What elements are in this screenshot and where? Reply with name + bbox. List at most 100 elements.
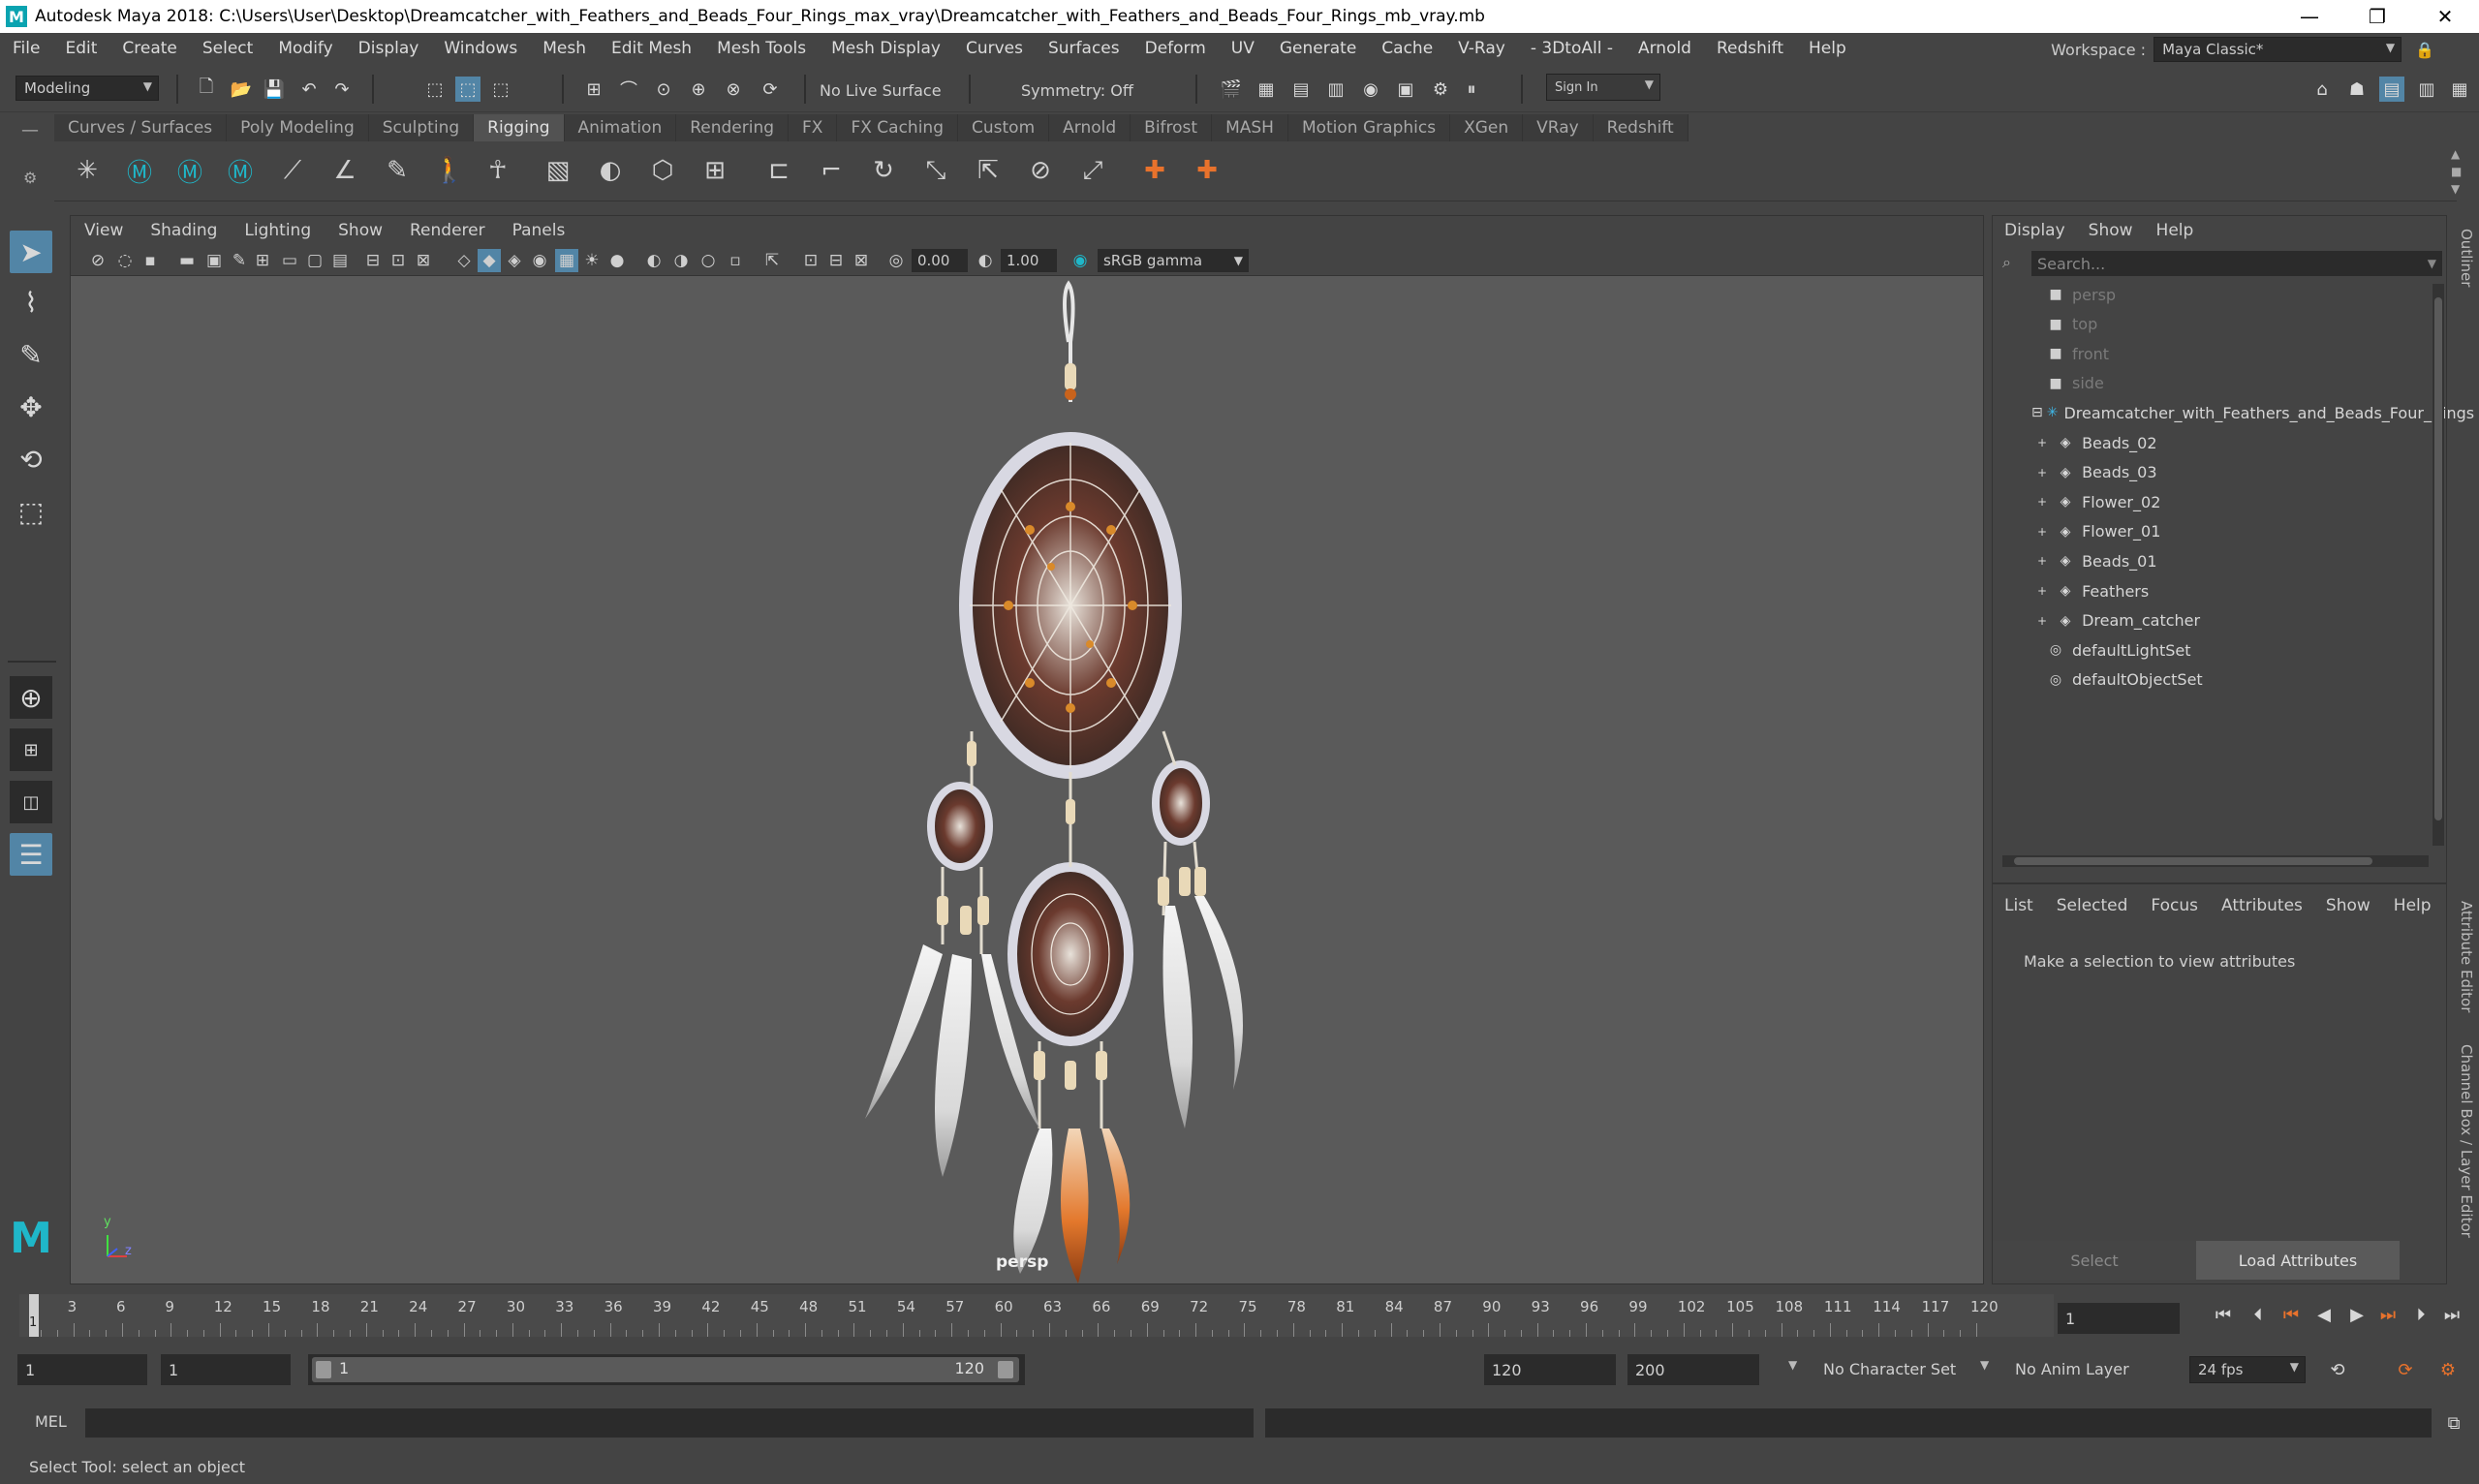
xray-joints-icon[interactable]: ◑ <box>669 249 693 272</box>
menu-mesh-display[interactable]: Mesh Display <box>819 39 953 58</box>
tool-settings-icon[interactable]: ▥ <box>2414 77 2439 102</box>
viewport-menu-show[interactable]: Show <box>325 221 396 240</box>
shelf-tab-mash[interactable]: MASH <box>1212 114 1288 141</box>
viewport-menu-view[interactable]: View <box>71 221 137 240</box>
move-tool-icon[interactable]: ✥ <box>10 386 52 428</box>
range-end-handle[interactable] <box>998 1361 1013 1378</box>
shelf-tab-redshift[interactable]: Redshift <box>1593 114 1689 141</box>
channel-box-side-tab[interactable]: Channel Box / Layer Editor <box>2458 1044 2475 1238</box>
scrollbar-thumb[interactable] <box>2014 857 2372 865</box>
gamma-field[interactable]: 1.00 <box>1001 249 1057 272</box>
ik-spline-icon[interactable]: ∠ <box>327 153 362 188</box>
image-plane-icon[interactable]: ▬ <box>175 249 199 272</box>
joint-tool-icon[interactable]: ✳ <box>70 153 105 188</box>
expand-icon[interactable]: + <box>2037 436 2047 449</box>
geometry-constraint-icon[interactable]: ⤢ <box>1075 153 1110 188</box>
menu-set-dropdown[interactable]: Modeling ▼ <box>15 76 159 101</box>
menu-generate[interactable]: Generate <box>1267 39 1369 58</box>
scale-tool-icon[interactable]: ⬚ <box>10 490 52 533</box>
redo-icon[interactable]: ↷ <box>329 77 355 102</box>
ambient-occlusion-icon[interactable]: ● <box>605 249 629 272</box>
shelf-tab-rendering[interactable]: Rendering <box>676 114 790 141</box>
shelf-settings-icon[interactable]: ⚙ <box>23 169 37 187</box>
orient-constraint-icon[interactable]: ↻ <box>866 153 901 188</box>
snap-together-icon[interactable]: ⟳ <box>758 77 783 102</box>
auto-key-icon[interactable]: ⟳ <box>2393 1357 2418 1382</box>
menu-cache[interactable]: Cache <box>1369 39 1445 58</box>
viewport-menu-lighting[interactable]: Lighting <box>231 221 325 240</box>
hide-locator-icon[interactable]: ✚ <box>1190 153 1224 188</box>
menu-v-ray[interactable]: V-Ray <box>1445 39 1518 58</box>
exposure-field[interactable]: 0.00 <box>912 249 968 272</box>
select-camera-icon[interactable]: ⊘ <box>86 249 109 272</box>
select-by-hierarchy-icon[interactable]: ⬚ <box>422 77 448 102</box>
paint-select-tool-icon[interactable]: ✎ <box>10 333 52 376</box>
xray-icon[interactable]: ◐ <box>642 249 666 272</box>
step-forward-frame-icon[interactable]: ⏵ <box>2408 1302 2433 1327</box>
cluster-icon[interactable]: ⊞ <box>697 153 732 188</box>
menu-display[interactable]: Display <box>346 39 432 58</box>
script-editor-icon[interactable]: ⧉ <box>2441 1410 2466 1436</box>
bookmarks-icon[interactable]: ▪ <box>139 249 162 272</box>
open-scene-icon[interactable]: 📂 <box>229 77 254 102</box>
outliner-item[interactable]: ■ top <box>1993 310 2438 339</box>
outliner-item[interactable]: + ◈ Feathers <box>1993 576 2438 605</box>
outliner-item[interactable]: ■ front <box>1993 339 2438 368</box>
outliner-item[interactable]: ■ side <box>1993 369 2438 398</box>
aim-constraint-icon[interactable]: ⇱ <box>971 153 1006 188</box>
new-scene-icon[interactable]: 🗋 <box>194 77 219 102</box>
shelf-scroll-icon[interactable]: ▲ ■ ▼ <box>2451 145 2462 198</box>
outliner-item[interactable]: + ◈ Beads_03 <box>1993 458 2438 487</box>
snap-point-icon[interactable]: ⊙ <box>651 77 676 102</box>
scale-constraint-icon[interactable]: ⤡ <box>918 153 953 188</box>
rotate-tool-icon[interactable]: ⟲ <box>10 438 52 480</box>
menu-arnold[interactable]: Arnold <box>1626 39 1704 58</box>
expand-icon[interactable]: + <box>2037 466 2047 479</box>
shelf-tab-xgen[interactable]: XGen <box>1450 114 1524 141</box>
outliner-vertical-scrollbar[interactable] <box>2433 284 2444 846</box>
menu-3dtoall[interactable]: - 3DtoAll - <box>1518 39 1626 58</box>
render-settings-icon[interactable]: ▥ <box>1323 77 1348 102</box>
command-language-label[interactable]: MEL <box>35 1412 67 1431</box>
snap-view-plane-icon[interactable]: ⊕ <box>686 77 711 102</box>
attribute-menu-show[interactable]: Show <box>2314 896 2382 915</box>
hypershade-icon[interactable]: ◉ <box>1358 77 1383 102</box>
skeleton-icon[interactable]: ☥ <box>480 153 515 188</box>
point-constraint-icon[interactable]: ⌐ <box>814 153 849 188</box>
outliner-menu-help[interactable]: Help <box>2145 221 2206 240</box>
range-slider-bar[interactable]: 1 120 <box>312 1357 1019 1382</box>
menu-file[interactable]: File <box>0 39 52 58</box>
view-transform-dropdown[interactable]: sRGB gamma ▼ <box>1098 249 1249 272</box>
step-forward-key-icon[interactable]: ⏭ <box>2375 1302 2401 1327</box>
two-d-pan-zoom-icon[interactable]: ▣ <box>202 249 226 272</box>
pause-icon[interactable]: ⏸ <box>1459 77 1484 102</box>
field-chart-icon[interactable]: ⊟ <box>361 249 385 272</box>
shelf-tab-fx[interactable]: FX <box>789 114 838 141</box>
dreamcatcher-model[interactable] <box>71 276 1984 1283</box>
outliner-layout-icon[interactable]: ☰ <box>10 833 52 876</box>
ik-handle-icon[interactable]: ⟋ <box>275 153 310 188</box>
gate-mask-icon[interactable]: ▤ <box>328 249 352 272</box>
playback-end-field[interactable]: 120 <box>1484 1354 1616 1385</box>
wireframe-icon[interactable]: ◇ <box>452 249 476 272</box>
ipr-render-icon[interactable]: ▤ <box>1288 77 1314 102</box>
paint-weights-icon[interactable]: ▧ <box>541 153 575 188</box>
go-to-end-icon[interactable]: ⏭ <box>2439 1302 2464 1327</box>
fps-dropdown[interactable]: 24 fps ▼ <box>2189 1356 2306 1383</box>
menu-edit[interactable]: Edit <box>52 39 109 58</box>
shelf-tab-rigging[interactable]: Rigging <box>474 114 565 141</box>
outliner-item[interactable]: + ◈ Flower_01 <box>1993 517 2438 546</box>
safe-title-icon[interactable]: ⊠ <box>412 249 435 272</box>
menu-mesh[interactable]: Mesh <box>530 39 599 58</box>
menu-edit-mesh[interactable]: Edit Mesh <box>599 39 704 58</box>
menu-surfaces[interactable]: Surfaces <box>1036 39 1132 58</box>
outliner-item[interactable]: + ◈ Beads_01 <box>1993 546 2438 575</box>
outliner-menu-display[interactable]: Display <box>1993 221 2077 240</box>
color-management-icon[interactable]: ◉ <box>1069 249 1092 272</box>
command-input[interactable] <box>85 1408 1254 1438</box>
scrollbar-thumb[interactable] <box>2434 297 2442 820</box>
shelf-menu-icon[interactable]: — <box>21 120 39 140</box>
frame-all-icon[interactable]: ⊡ <box>799 249 822 272</box>
attribute-menu-list[interactable]: List <box>1993 896 2045 915</box>
current-time-marker[interactable]: 1 <box>29 1294 39 1337</box>
